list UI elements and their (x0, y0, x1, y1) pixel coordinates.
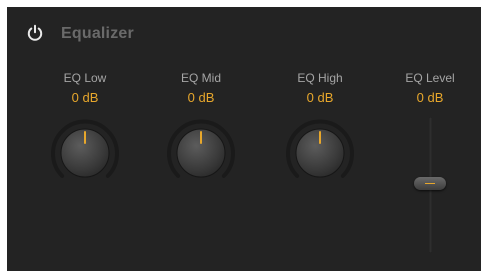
eq-mid-value: 0 dB (187, 90, 215, 105)
eq-level-fader-handle[interactable] (414, 177, 446, 190)
power-button[interactable] (26, 24, 44, 42)
eq-level-value: 0 dB (416, 90, 444, 105)
eq-mid-knob[interactable] (165, 117, 237, 189)
eq-level-control: EQ Level 0 dB (380, 71, 480, 106)
eq-low-value: 0 dB (71, 90, 99, 105)
eq-high-value: 0 dB (306, 90, 334, 105)
fader-indicator (425, 183, 435, 184)
plugin-header: Equalizer (7, 7, 481, 59)
eq-low-label: EQ Low (63, 71, 107, 85)
plugin-title: Equalizer (61, 25, 134, 42)
eq-high-label: EQ High (297, 71, 343, 85)
eq-low-control: EQ Low 0 dB (35, 71, 135, 106)
eq-mid-label: EQ Mid (180, 71, 221, 85)
equalizer-panel: Equalizer EQ Low 0 dB EQ Mid 0 dB EQ Hig… (7, 7, 481, 271)
eq-low-knob[interactable] (49, 117, 121, 189)
eq-high-control: EQ High 0 dB (270, 71, 370, 106)
eq-high-knob[interactable] (284, 117, 356, 189)
power-icon (27, 24, 43, 41)
eq-level-label: EQ Level (405, 71, 455, 85)
eq-mid-control: EQ Mid 0 dB (151, 71, 251, 106)
